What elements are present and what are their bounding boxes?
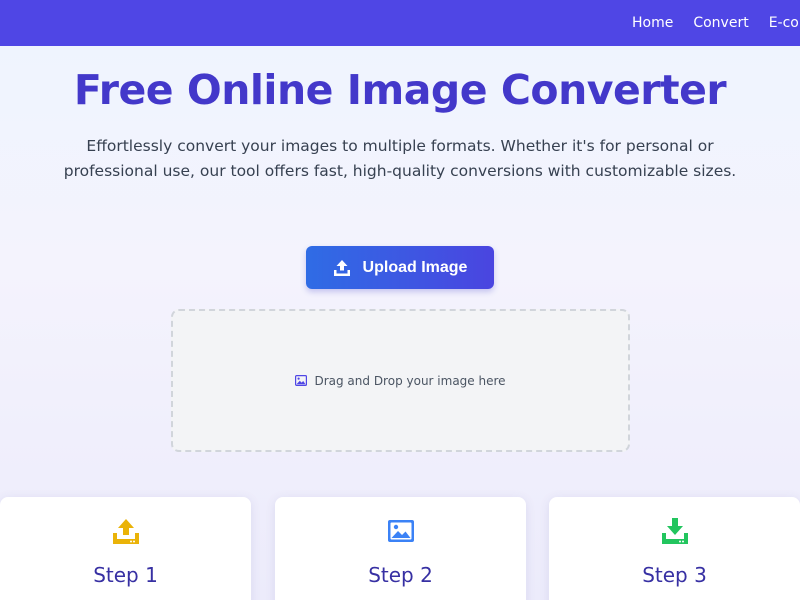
nav-link-home[interactable]: Home <box>632 15 673 31</box>
page-subtitle: Effortlessly convert your images to mult… <box>63 137 737 180</box>
step-3-title: Step 3 <box>642 563 707 587</box>
nav-link-ecommerce[interactable]: E-commerce <box>769 15 800 31</box>
image-icon <box>295 375 308 386</box>
nav-links: Home Convert E-commerce <box>632 0 800 46</box>
step-card-2: Step 2 <box>275 497 526 600</box>
step-card-1: Step 1 <box>0 497 251 600</box>
page-title: Free Online Image Converter <box>73 66 727 114</box>
top-navbar: Home Convert E-commerce <box>0 0 800 46</box>
dropzone-label: Drag and Drop your image here <box>295 373 506 388</box>
nav-link-convert[interactable]: Convert <box>693 15 748 31</box>
upload-image-button-label: Upload Image <box>362 258 468 276</box>
step-2-title: Step 2 <box>368 563 433 587</box>
upload-icon <box>333 259 351 277</box>
step-card-3: Step 3 <box>549 497 800 600</box>
dropzone-text: Drag and Drop your image here <box>314 373 506 388</box>
image-icon <box>387 517 415 545</box>
download-tray-icon <box>661 517 689 545</box>
upload-image-button[interactable]: Upload Image <box>306 246 494 289</box>
upload-tray-icon <box>112 517 140 545</box>
step-1-title: Step 1 <box>93 563 158 587</box>
image-dropzone[interactable]: Drag and Drop your image here <box>171 309 630 452</box>
